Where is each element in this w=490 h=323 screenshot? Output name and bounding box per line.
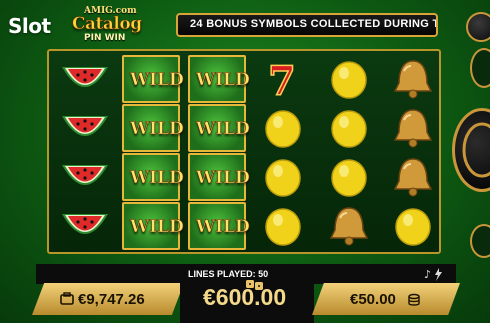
reel-6 — [381, 53, 445, 250]
watermelon-icon — [62, 116, 108, 136]
lines-played-label: LINES PLAYED: 50 — [188, 269, 269, 279]
reel-grid: WILD WILD WILD WILD WILD WILD WILD WILD 7 — [47, 49, 441, 254]
bell-symbol — [384, 55, 442, 103]
menu-button[interactable] — [466, 12, 490, 42]
spin-icon — [462, 122, 490, 178]
watermelon-symbol — [56, 104, 114, 152]
lemon-symbol — [254, 202, 312, 250]
wild-label: WILD — [130, 119, 184, 140]
wild-label: WILD — [196, 217, 250, 238]
reel-4: 7 — [251, 53, 315, 250]
seven-symbol: 7 — [254, 55, 312, 106]
watermelon-symbol — [56, 55, 114, 103]
lemon-symbol — [320, 104, 378, 152]
autoplay-button[interactable] — [470, 48, 490, 88]
site-brand: Slot — [8, 14, 51, 38]
svg-text:♪: ♪ — [424, 268, 431, 281]
watermelon-icon — [62, 214, 108, 234]
wild-label: WILD — [196, 70, 250, 91]
lemon-icon — [265, 110, 301, 148]
lemon-symbol — [254, 104, 312, 152]
wallet-icon — [60, 292, 74, 305]
sound-icon[interactable]: ♪ — [422, 266, 448, 282]
reel-3: WILD WILD WILD WILD — [185, 53, 250, 250]
wild-label: WILD — [196, 119, 250, 140]
watermelon-icon — [62, 165, 108, 185]
wild-symbol: WILD — [122, 153, 184, 201]
lemon-icon — [265, 159, 301, 197]
lemon-symbol — [384, 202, 442, 250]
watermelon-icon — [62, 67, 108, 87]
wild-label: WILD — [130, 168, 184, 189]
watermelon-symbol — [56, 202, 114, 250]
reel-1 — [53, 53, 117, 250]
watermelon-symbol — [56, 153, 114, 201]
bell-icon — [393, 109, 433, 148]
wild-symbol: WILD — [188, 202, 250, 250]
bell-symbol — [384, 153, 442, 201]
spin-button[interactable] — [452, 108, 490, 192]
bet-value[interactable]: €50.00 — [350, 291, 396, 308]
bell-icon — [329, 207, 369, 246]
lemon-symbol — [320, 55, 378, 103]
wild-symbol: WILD — [122, 55, 184, 103]
balance-value: €9,747.26 — [78, 291, 145, 308]
turbo-button[interactable] — [470, 224, 490, 258]
bell-symbol — [320, 202, 378, 250]
bell-icon — [393, 60, 433, 99]
wild-label: WILD — [130, 217, 184, 238]
logo-main-text: Catalog — [72, 14, 143, 35]
wild-symbol: WILD — [188, 153, 250, 201]
message-ticker: 24 BONUS SYMBOLS COLLECTED DURING THE F — [176, 13, 438, 37]
bell-symbol — [384, 104, 442, 152]
wild-label: WILD — [130, 70, 184, 91]
lemon-icon — [331, 159, 367, 197]
coins-icon — [408, 293, 420, 306]
lemon-icon — [265, 208, 301, 246]
lemon-symbol — [320, 153, 378, 201]
lemon-symbol — [254, 153, 312, 201]
wild-label: WILD — [196, 168, 250, 189]
reel-5 — [317, 53, 381, 250]
wild-symbol: WILD — [122, 104, 184, 152]
lemon-icon — [395, 208, 431, 246]
seven-icon: 7 — [267, 57, 296, 106]
lemon-icon — [331, 110, 367, 148]
reel-2: WILD WILD WILD WILD — [119, 53, 184, 250]
wild-symbol: WILD — [188, 55, 250, 103]
logo-bottom-text: PIN WIN — [84, 33, 126, 43]
ticker-text: 24 BONUS SYMBOLS COLLECTED DURING THE F — [190, 18, 436, 30]
svg-text:7: 7 — [268, 58, 296, 103]
game-logo: AMIG.com Catalog PIN WIN — [70, 4, 174, 44]
wild-symbol: WILD — [188, 104, 250, 152]
wild-symbol: WILD — [122, 202, 184, 250]
win-amount: €600.00 — [203, 284, 287, 310]
lemon-icon — [331, 61, 367, 99]
bell-icon — [393, 158, 433, 197]
